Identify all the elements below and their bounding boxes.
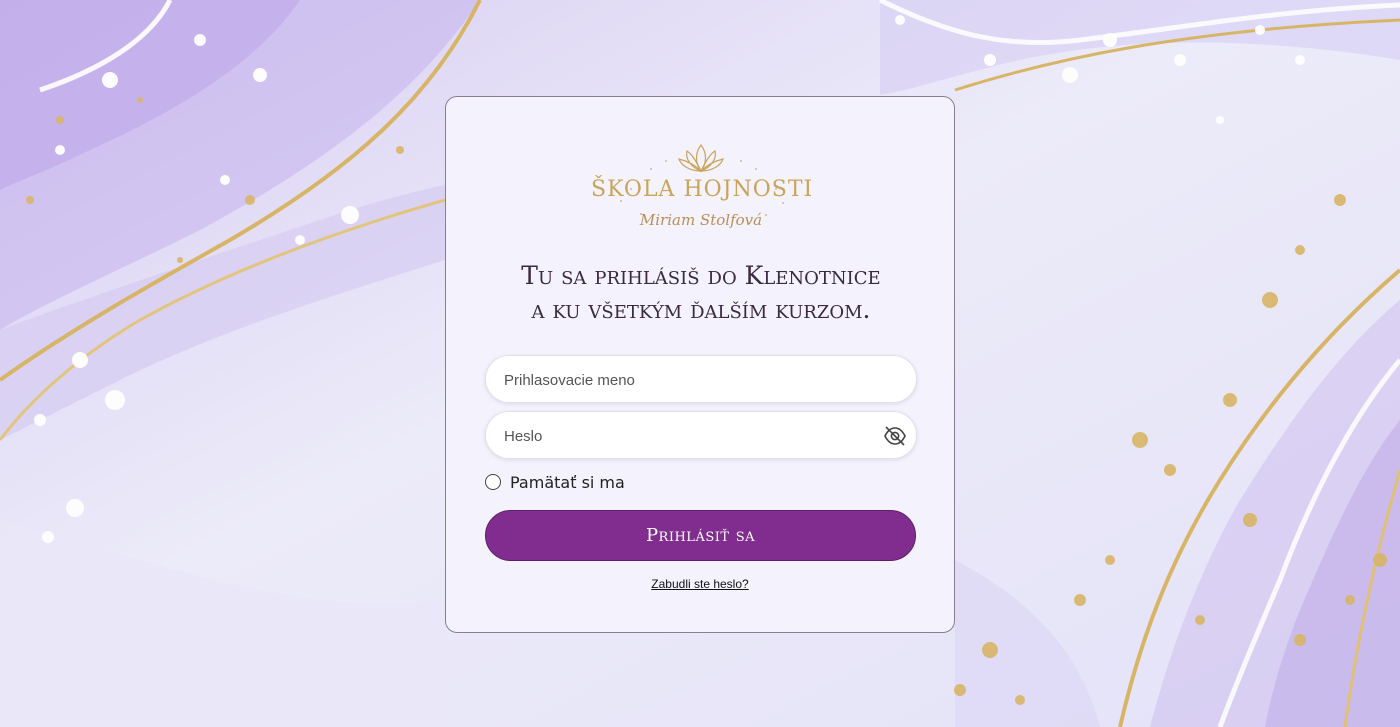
page-heading: Tu sa prihlásiš do Klenotnice a ku všetk… <box>466 259 936 327</box>
password-field[interactable] <box>485 411 917 460</box>
remember-me-label: Pamätať si ma <box>510 472 625 492</box>
brand-signature: Miriam Stolfová <box>639 211 763 229</box>
forgot-password-link[interactable]: Zabudli ste heslo? <box>446 577 954 591</box>
login-button[interactable]: Prihlásiť sa <box>485 510 916 561</box>
username-input[interactable] <box>502 356 886 404</box>
login-card: ŠKOLA HOJNOSTI Miriam Stolfová Tu sa pri… <box>445 96 955 633</box>
heading-line-1: Tu sa prihlásiš do Klenotnice <box>521 261 881 290</box>
remember-me[interactable]: Pamätať si ma <box>485 471 625 493</box>
heading-line-2: a ku všetkým ďalším kurzom. <box>531 295 871 324</box>
remember-me-radio[interactable] <box>485 474 501 490</box>
eye-slash-icon[interactable] <box>883 424 907 448</box>
username-field[interactable] <box>485 355 917 404</box>
password-input[interactable] <box>502 412 886 460</box>
brand-name: ŠKOLA HOJNOSTI <box>591 177 814 202</box>
brand-logo: ŠKOLA HOJNOSTI Miriam Stolfová <box>591 139 814 245</box>
